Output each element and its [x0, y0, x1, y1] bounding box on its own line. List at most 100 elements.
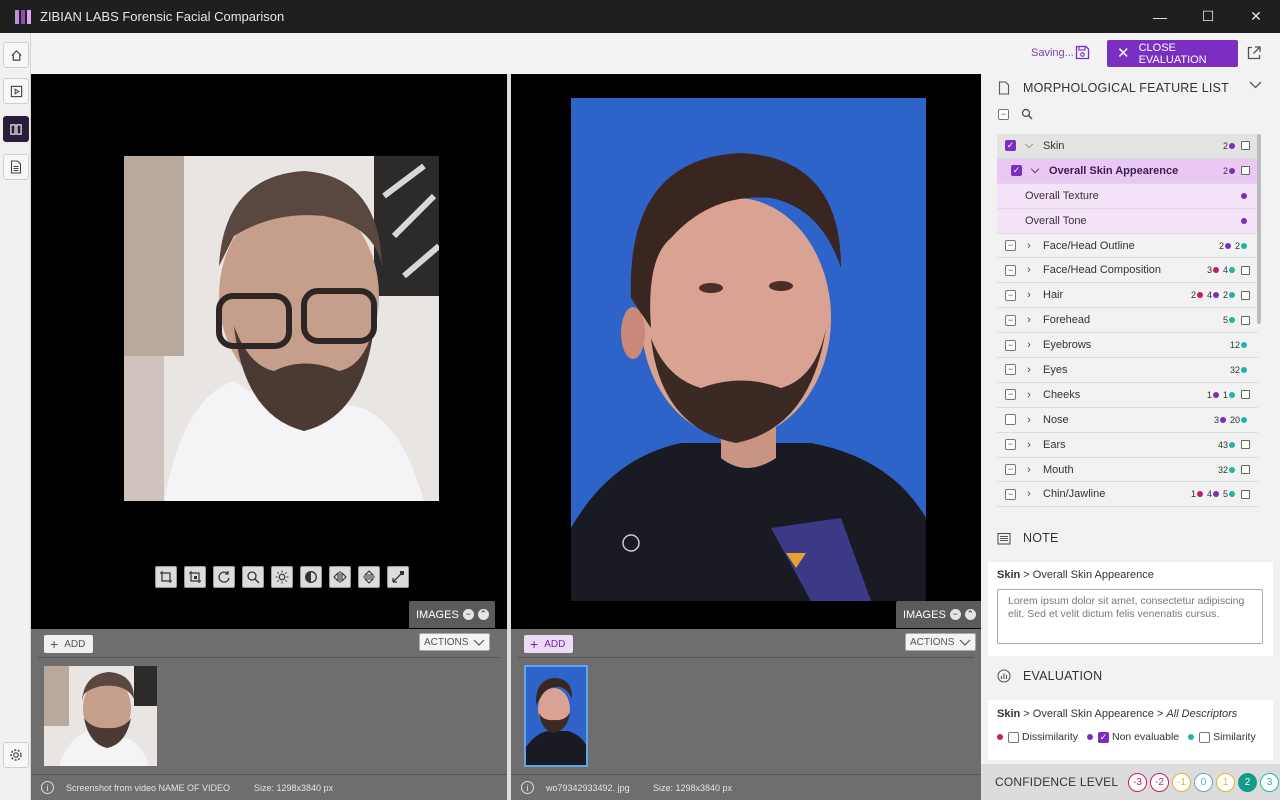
feature-row[interactable]: − › Forehead 5 [997, 308, 1258, 334]
feature-row[interactable]: − › Face/Head Outline 2 2 [997, 234, 1258, 259]
info-icon[interactable]: i [41, 781, 54, 794]
feature-row[interactable]: − › Face/Head Composition 3 4 [997, 258, 1258, 284]
rotate-button[interactable] [213, 566, 235, 588]
feature-checkbox[interactable]: − [1005, 439, 1016, 451]
crop-alt-button[interactable] [184, 566, 206, 588]
confidence-option[interactable]: 0 [1194, 772, 1213, 792]
info-icon[interactable]: i [521, 781, 534, 794]
right-images-tab[interactable]: IMAGES − ⌃ [896, 601, 982, 628]
feature-checkbox[interactable]: − [1005, 339, 1016, 351]
actions-dropdown[interactable]: ACTIONS [905, 633, 976, 651]
image-thumbnail-selected[interactable] [524, 665, 588, 767]
chevron-right-icon[interactable]: › [1024, 339, 1034, 351]
confidence-option[interactable]: 2 [1238, 772, 1257, 792]
collapse-all-checkbox[interactable]: − [998, 108, 1009, 120]
confidence-option[interactable]: -1 [1172, 772, 1191, 792]
confidence-option[interactable]: 1 [1216, 772, 1235, 792]
evaluation-checkbox[interactable]: ✓ [1098, 731, 1109, 743]
left-image-viewer[interactable] [31, 74, 507, 629]
feature-checkbox[interactable]: − [1005, 264, 1016, 276]
feature-row[interactable]: Overall Texture [997, 183, 1258, 209]
calendar-icon[interactable] [1241, 489, 1250, 499]
feature-checkbox[interactable]: − [1005, 488, 1016, 500]
report-button[interactable] [3, 154, 29, 180]
chevron-down-icon[interactable] [1249, 81, 1262, 89]
home-button[interactable] [3, 42, 29, 68]
expand-button[interactable] [387, 566, 409, 588]
chevron-up-icon[interactable]: ⌃ [477, 609, 489, 620]
actions-dropdown[interactable]: ACTIONS [419, 633, 490, 651]
feature-checkbox[interactable]: − [1005, 389, 1016, 401]
chevron-down-icon[interactable]: ⌵ [1024, 139, 1034, 152]
calendar-icon[interactable] [1241, 315, 1250, 325]
feature-row[interactable]: − › Cheeks 1 1 [997, 383, 1258, 408]
feature-row[interactable]: ✓ ⌵ Overall Skin Appearence 2 [997, 158, 1258, 184]
feature-row[interactable]: › Nose 3 20 [997, 408, 1258, 433]
note-textarea[interactable]: Lorem ipsum dolor sit amet, consectetur … [997, 589, 1263, 644]
zoom-button[interactable] [242, 566, 264, 588]
calendar-icon[interactable] [1241, 390, 1250, 400]
feature-row[interactable]: − › Mouth 32 [997, 458, 1258, 483]
calendar-icon[interactable] [1241, 166, 1250, 176]
feature-checkbox[interactable] [1005, 414, 1016, 426]
confidence-option[interactable]: 3 [1260, 772, 1279, 792]
confidence-option[interactable]: -2 [1150, 772, 1169, 792]
evaluation-option[interactable]: Similarity [1188, 731, 1256, 743]
feature-checkbox[interactable]: − [1005, 314, 1016, 326]
right-image-viewer[interactable] [511, 74, 981, 629]
search-icon[interactable] [1021, 108, 1033, 120]
feature-checkbox[interactable]: ✓ [1005, 140, 1016, 152]
chevron-down-icon[interactable]: ⌵ [1030, 164, 1040, 177]
feature-checkbox[interactable]: − [1005, 240, 1016, 251]
chevron-right-icon[interactable]: › [1024, 414, 1034, 426]
add-image-button[interactable]: + ADD [524, 635, 574, 653]
calendar-icon[interactable] [1241, 290, 1250, 300]
calendar-icon[interactable] [1241, 440, 1250, 450]
feature-list-header[interactable]: MORPHOLOGICAL FEATURE LIST [981, 74, 1280, 102]
add-image-button[interactable]: + ADD [44, 635, 94, 653]
brightness-button[interactable] [271, 566, 293, 588]
external-link-icon[interactable] [1246, 45, 1262, 61]
feature-row[interactable]: − › Eyebrows 12 [997, 333, 1258, 359]
settings-button[interactable] [3, 742, 29, 768]
chevron-right-icon[interactable]: › [1024, 464, 1034, 476]
chevron-up-icon[interactable]: ⌃ [964, 609, 976, 620]
minimize-button[interactable]: — [1136, 0, 1184, 33]
crop-button[interactable] [155, 566, 177, 588]
evaluation-header[interactable]: EVALUATION [981, 662, 1280, 690]
chevron-right-icon[interactable]: › [1024, 314, 1034, 326]
calendar-icon[interactable] [1241, 265, 1250, 275]
confidence-option[interactable]: -3 [1128, 772, 1147, 792]
left-images-tab[interactable]: IMAGES − ⌃ [409, 601, 495, 628]
chevron-right-icon[interactable]: › [1024, 264, 1034, 276]
chevron-right-icon[interactable]: › [1024, 439, 1034, 451]
evaluation-option[interactable]: ✓ Non evaluable [1087, 731, 1179, 743]
video-button[interactable] [3, 78, 29, 104]
evaluation-option[interactable]: Dissimilarity [997, 731, 1078, 743]
evaluation-checkbox[interactable] [1199, 731, 1211, 743]
flip-horizontal-button[interactable] [329, 566, 351, 588]
chevron-right-icon[interactable]: › [1024, 389, 1034, 401]
chevron-right-icon[interactable]: › [1024, 364, 1034, 376]
chevron-right-icon[interactable]: › [1024, 240, 1034, 252]
feature-row[interactable]: ✓ ⌵ Skin 2 [997, 134, 1258, 159]
feature-row[interactable]: − › Eyes 32 [997, 358, 1258, 383]
collapse-icon[interactable]: − [462, 609, 474, 620]
feature-checkbox[interactable]: − [1005, 289, 1016, 301]
compare-button[interactable] [3, 116, 29, 142]
flip-vertical-button[interactable] [358, 566, 380, 588]
save-icon[interactable] [1075, 45, 1090, 60]
feature-checkbox[interactable]: − [1005, 464, 1016, 476]
contrast-button[interactable] [300, 566, 322, 588]
feature-list-scrollbar[interactable] [1257, 134, 1261, 324]
feature-row[interactable]: Overall Tone [997, 208, 1258, 234]
feature-checkbox[interactable]: − [1005, 364, 1016, 376]
chevron-right-icon[interactable]: › [1024, 289, 1034, 301]
close-window-button[interactable]: ✕ [1232, 0, 1280, 33]
feature-row[interactable]: − › Ears 43 [997, 433, 1258, 458]
feature-checkbox[interactable]: ✓ [1011, 165, 1022, 177]
feature-row[interactable]: − › Chin/Jawline 1 4 5 [997, 482, 1258, 508]
chevron-right-icon[interactable]: › [1024, 488, 1034, 500]
evaluation-checkbox[interactable] [1008, 731, 1019, 743]
feature-row[interactable]: − › Hair 2 4 2 [997, 283, 1258, 309]
